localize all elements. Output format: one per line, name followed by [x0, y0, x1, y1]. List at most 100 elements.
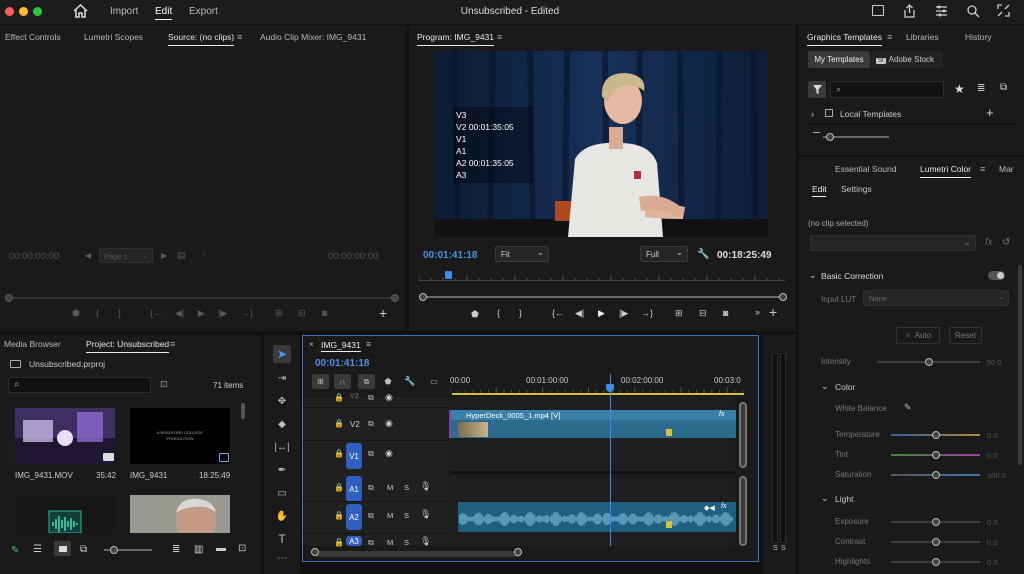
timeline-scroll-start[interactable]	[311, 548, 319, 556]
track-output-icon[interactable]: ⧉	[368, 393, 374, 403]
tab-lumetri-scopes[interactable]: Lumetri Scopes	[84, 25, 143, 49]
fit-select[interactable]: Fit ⌄	[495, 246, 549, 262]
marker-icon[interactable]: ⬟	[471, 309, 479, 320]
menu-import[interactable]: Import	[110, 6, 138, 17]
microphone-icon[interactable]: 🎙	[420, 509, 431, 520]
home-icon[interactable]	[73, 4, 88, 18]
light-section-header[interactable]: Light	[835, 494, 853, 504]
captions-icon[interactable]: ▭	[427, 375, 441, 388]
mark-out-icon[interactable]: }	[519, 308, 522, 318]
lumetri-scrollbar[interactable]	[1018, 265, 1022, 465]
marker-icon[interactable]: ⬟	[72, 308, 80, 319]
ripple-edit-tool-icon[interactable]: ✥	[273, 392, 291, 410]
menu-export[interactable]: Export	[189, 6, 218, 17]
sort-icon[interactable]: ≣	[172, 544, 180, 555]
track-output-icon[interactable]: ⧉	[368, 538, 374, 548]
contrast-slider[interactable]	[891, 538, 980, 546]
reset-icon[interactable]: ↺	[1002, 237, 1010, 248]
prev-page-icon[interactable]: ◀	[85, 251, 91, 260]
selection-tool-icon[interactable]: ➤	[273, 345, 291, 363]
color-chevron-icon[interactable]: ⌄	[821, 381, 829, 392]
track-output-icon[interactable]: ⧉	[368, 483, 374, 493]
audio-tracks-scrollbar[interactable]	[739, 476, 747, 546]
track-source-a2[interactable]: A2	[346, 504, 362, 530]
step-back-icon[interactable]: ◀|	[175, 308, 184, 319]
color-section-header[interactable]: Color	[835, 382, 855, 392]
saturation-value[interactable]: 100.0	[987, 471, 1006, 480]
exposure-knob[interactable]	[931, 518, 940, 526]
track-select-tool-icon[interactable]: ⇥	[273, 369, 291, 387]
go-to-in-icon[interactable]: {←	[552, 308, 564, 318]
eye-icon[interactable]: ◉	[385, 392, 393, 403]
local-templates-checkbox[interactable]	[825, 109, 833, 117]
mark-in-icon[interactable]: {	[96, 308, 99, 318]
step-back-icon[interactable]: ◀|	[575, 308, 584, 319]
mark-out-icon[interactable]: }	[118, 308, 121, 318]
tab-project[interactable]: Project: Unsubscribed	[86, 332, 170, 356]
lock-icon[interactable]: 🔒	[334, 538, 344, 547]
project-item-sequence[interactable]: A BRADFORD COLLEGE PRODUCTION	[130, 408, 230, 464]
pencil-icon[interactable]: ✎	[11, 545, 19, 556]
lift-icon[interactable]: ⊞	[675, 308, 683, 319]
settings-tab[interactable]: Settings	[841, 184, 872, 194]
star-icon[interactable]: ★	[954, 82, 965, 96]
list-view-icon[interactable]: ☰	[33, 544, 42, 555]
lock-icon[interactable]: 🔒	[334, 393, 344, 402]
saturation-slider[interactable]	[891, 471, 980, 479]
nest-icon[interactable]: ⊞	[312, 374, 329, 389]
mark-in-icon[interactable]: {	[497, 308, 500, 318]
overwrite-icon[interactable]: ⊟	[298, 308, 306, 319]
linked-selection-icon[interactable]: ⧉	[358, 374, 375, 389]
lock-icon[interactable]: 🔒	[334, 449, 344, 458]
tab-effect-controls[interactable]: Effect Controls	[5, 25, 61, 49]
tab-essential-sound[interactable]: Essential Sound	[835, 157, 896, 181]
contrast-knob[interactable]	[931, 538, 940, 546]
program-scrubber-end[interactable]	[779, 293, 787, 301]
project-item-interview[interactable]	[130, 495, 230, 533]
video-tracks-scrollbar[interactable]	[739, 402, 747, 468]
contrast-value[interactable]: 0.0	[987, 538, 997, 547]
graphics-panel-menu-icon[interactable]: ≡	[887, 25, 892, 49]
my-templates-button[interactable]: My Templates	[808, 51, 870, 68]
more-controls-icon[interactable]: »	[755, 307, 760, 317]
tab-graphics-templates[interactable]: Graphics Templates	[807, 25, 882, 49]
add-button-icon[interactable]: +	[769, 304, 777, 320]
mute-button[interactable]: M	[387, 483, 393, 492]
fullscreen-icon[interactable]	[997, 4, 1010, 17]
project-scrollbar[interactable]	[241, 403, 245, 419]
track-output-icon[interactable]: ⧉	[368, 511, 374, 521]
adobe-stock-button[interactable]: St Adobe Stock	[871, 51, 943, 68]
dots-icon[interactable]: ⁘	[200, 249, 208, 260]
razor-tool-icon[interactable]: ◆	[273, 415, 291, 433]
solo-right-button[interactable]: S	[781, 545, 786, 552]
eye-icon[interactable]: ◉	[385, 448, 393, 459]
thumbnail-size-knob[interactable]	[826, 133, 834, 141]
microphone-icon[interactable]: 🎙	[420, 481, 431, 492]
source-timecode-right[interactable]: 00:00:00:00	[328, 251, 378, 262]
new-item-icon[interactable]: ⧉	[1000, 82, 1007, 93]
clip-select[interactable]: ⌄	[810, 235, 976, 251]
temperature-slider[interactable]	[891, 431, 980, 439]
new-bin-icon[interactable]: ▬	[216, 543, 226, 554]
play-icon[interactable]: ▶	[598, 308, 605, 319]
tint-slider[interactable]	[891, 451, 980, 459]
solo-left-button[interactable]: S	[773, 545, 778, 552]
search-help-icon[interactable]	[966, 4, 980, 18]
temperature-value[interactable]: 0.0	[987, 431, 997, 440]
step-forward-icon[interactable]: |▶	[218, 308, 227, 319]
filter-icon[interactable]	[808, 81, 826, 98]
page-select[interactable]: Page 1 ⌄	[99, 248, 153, 263]
eye-icon[interactable]: ◉	[385, 418, 393, 429]
timeline-settings-icon[interactable]: 🔧	[404, 375, 416, 388]
edit-tab[interactable]: Edit	[812, 184, 827, 194]
timeline-timecode[interactable]: 00:01:41:18	[315, 358, 369, 369]
rectangle-tool-icon[interactable]: ▭	[273, 484, 291, 502]
source-scrubber-end[interactable]	[391, 294, 399, 302]
saturation-knob[interactable]	[931, 471, 940, 479]
thumbnail-zoom-knob[interactable]	[110, 546, 118, 554]
icon-view-icon[interactable]	[54, 541, 71, 556]
exposure-value[interactable]: 0.0	[987, 518, 997, 527]
program-playhead-marker[interactable]	[445, 271, 453, 279]
project-item-audio[interactable]	[15, 495, 115, 533]
close-sequence-icon[interactable]: ×	[309, 340, 314, 349]
